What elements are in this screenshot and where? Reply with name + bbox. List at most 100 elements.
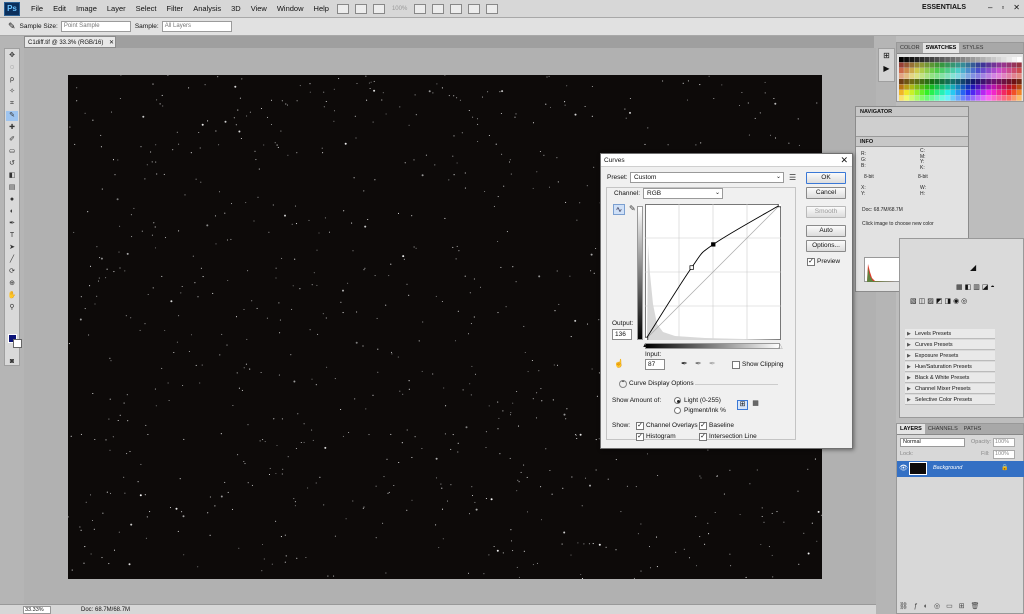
eyedropper-tool-icon[interactable]: ✎ [8, 21, 16, 32]
menu-help[interactable]: Help [309, 4, 334, 13]
preset-hue-saturation[interactable]: Hue/Saturation Presets [905, 362, 995, 372]
shape-tool-icon[interactable]: ╱ [6, 255, 18, 265]
dodge-tool-icon[interactable]: ◐ [6, 207, 18, 217]
collapse-options-icon[interactable]: ⌃ [619, 380, 627, 388]
arrange-documents-icon[interactable] [468, 3, 481, 14]
tab-color[interactable]: COLOR [897, 43, 923, 53]
layer-row-background[interactable]: 👁 Background 🔒 [897, 461, 1024, 477]
screen-mode-icon[interactable] [486, 3, 499, 14]
document-tab[interactable]: C1diff.tif @ 33.3% (RGB/16) ✕ [24, 36, 116, 48]
curve-graph[interactable] [645, 204, 781, 340]
menu-3d[interactable]: 3D [226, 4, 246, 13]
maximize-icon[interactable]: ▫ [1001, 3, 1004, 12]
layers-footer-icons[interactable]: ⛓ƒ◐◎▭⊞🗑 [899, 602, 985, 610]
minimize-icon[interactable]: – [988, 3, 992, 12]
output-field[interactable]: 136 [612, 329, 632, 340]
history-brush-tool-icon[interactable]: ↺ [6, 159, 18, 169]
white-eyedropper-icon[interactable]: ✒ [709, 359, 716, 368]
white-point-slider-icon[interactable]: △ [778, 343, 783, 350]
levels-adjust-icon[interactable]: ◢ [970, 263, 976, 272]
rotate-view-icon[interactable] [450, 3, 463, 14]
menu-select[interactable]: Select [131, 4, 162, 13]
ok-button[interactable]: OK [806, 172, 846, 184]
preset-exposure[interactable]: Exposure Presets [905, 351, 995, 361]
bridge-icon[interactable] [336, 3, 349, 14]
quick-select-tool-icon[interactable]: ✧ [6, 87, 18, 97]
menu-filter[interactable]: Filter [162, 4, 189, 13]
menu-file[interactable]: File [26, 4, 48, 13]
eyedropper-tool-active-icon[interactable]: ✎ [6, 111, 18, 121]
tab-swatches[interactable]: SWATCHES [922, 43, 960, 53]
curves-title-bar[interactable]: Curves ✕ [601, 154, 852, 167]
menu-image[interactable]: Image [71, 4, 102, 13]
menu-analysis[interactable]: Analysis [188, 4, 226, 13]
adjustment-icons-row-2[interactable]: ▧◫▨◩◨◉◎ [910, 297, 969, 305]
pigment-radio[interactable] [674, 407, 681, 414]
close-document-icon[interactable]: ✕ [109, 40, 114, 46]
layer-visibility-icon[interactable]: 👁 [899, 464, 908, 472]
zoom-tool-icon[interactable]: ⚲ [6, 303, 18, 313]
brush-tool-icon[interactable]: ✐ [6, 135, 18, 145]
detailed-grid-icon[interactable]: ▦ [750, 400, 761, 410]
tab-navigator[interactable]: NAVIGATOR [856, 107, 968, 117]
preset-selective-color[interactable]: Selective Color Presets [905, 395, 995, 405]
gray-eyedropper-icon[interactable]: ✒ [695, 359, 702, 368]
intersection-line-checkbox[interactable]: ✓ [699, 433, 707, 441]
preset-channel-mixer[interactable]: Channel Mixer Presets [905, 384, 995, 394]
smooth-button[interactable]: Smooth [806, 206, 846, 218]
sample-size-select[interactable]: Point Sample [60, 21, 131, 32]
zoom-field[interactable]: 33.33% [23, 605, 51, 614]
quick-mask-icon[interactable]: ◙ [6, 357, 18, 367]
lasso-tool-icon[interactable]: ρ [6, 75, 18, 85]
options-button[interactable]: Options... [806, 240, 846, 252]
pencil-draw-icon[interactable]: ✎ [629, 204, 636, 213]
menu-view[interactable]: View [246, 4, 272, 13]
preset-levels[interactable]: Levels Presets [905, 329, 995, 339]
close-icon[interactable]: ✕ [840, 155, 848, 166]
tab-layers[interactable]: LAYERS [897, 424, 925, 434]
black-point-slider-icon[interactable]: ▲ [642, 343, 648, 349]
workspace-switcher[interactable]: ESSENTIALS [922, 4, 966, 11]
histogram-checkbox[interactable]: ✓ [636, 433, 644, 441]
cancel-button[interactable]: Cancel [806, 187, 846, 199]
curve-edit-points-icon[interactable]: ∿ [613, 204, 625, 215]
zoom-level-display[interactable]: 100% [392, 6, 407, 12]
actions-panel-icon[interactable]: ▶ [879, 64, 894, 73]
blend-mode-select[interactable]: Normal [900, 438, 965, 447]
input-field[interactable]: 87 [645, 359, 665, 370]
3d-orbit-tool-icon[interactable]: ⊕ [6, 279, 18, 289]
opacity-field[interactable]: 100% [993, 438, 1015, 447]
channel-overlays-checkbox[interactable]: ✓ [636, 422, 644, 430]
type-tool-icon[interactable]: T [6, 231, 18, 241]
adjustment-icons-row[interactable]: ▦◧▥◪◓ [956, 283, 997, 291]
channel-select[interactable]: RGB ⌄ [643, 188, 723, 199]
menu-layer[interactable]: Layer [102, 4, 131, 13]
auto-button[interactable]: Auto [806, 225, 846, 237]
clone-stamp-tool-icon[interactable]: ⛀ [6, 147, 18, 157]
black-eyedropper-icon[interactable]: ✒ [681, 359, 688, 368]
tab-paths[interactable]: PATHS [961, 424, 985, 434]
fill-field[interactable]: 100% [993, 450, 1015, 459]
extras-icon[interactable] [372, 3, 385, 14]
sample-select[interactable]: All Layers [161, 21, 232, 32]
blur-tool-icon[interactable]: ● [6, 195, 18, 205]
3d-rotate-tool-icon[interactable]: ⟳ [6, 267, 18, 277]
close-icon[interactable]: ✕ [1013, 3, 1020, 12]
tab-styles[interactable]: STYLES [959, 43, 986, 53]
minibridge-icon[interactable] [354, 3, 367, 14]
baseline-checkbox[interactable]: ✓ [699, 422, 707, 430]
hand-tool-icon[interactable]: ✋ [6, 291, 18, 301]
pen-tool-icon[interactable]: ✒ [6, 219, 18, 229]
move-tool-icon[interactable]: ✥ [6, 51, 18, 61]
tab-channels[interactable]: CHANNELS [925, 424, 961, 434]
menu-edit[interactable]: Edit [48, 4, 71, 13]
history-panel-icon[interactable]: ⊞ [879, 51, 894, 60]
gradient-tool-icon[interactable]: ▤ [6, 183, 18, 193]
eraser-tool-icon[interactable]: ◧ [6, 171, 18, 181]
healing-brush-tool-icon[interactable]: ✚ [6, 123, 18, 133]
crop-tool-icon[interactable]: ⌗ [6, 99, 18, 109]
preset-select[interactable]: Custom ⌄ [630, 172, 784, 183]
preview-checkbox[interactable]: ✓ [807, 258, 815, 266]
swatch-grid[interactable] [899, 57, 1022, 101]
marquee-tool-icon[interactable]: ◌ [6, 63, 18, 73]
